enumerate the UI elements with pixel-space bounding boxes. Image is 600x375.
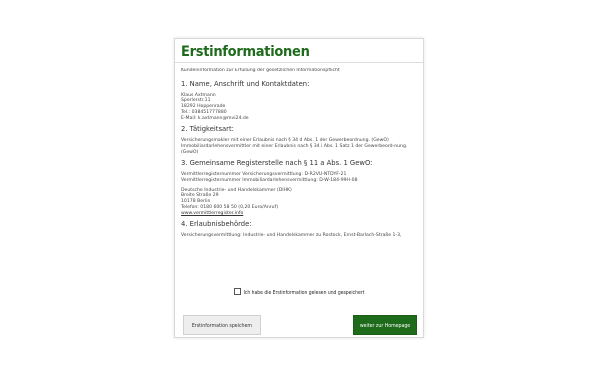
section-heading-contact: 1. Name, Anschrift und Kontaktdaten: — [181, 79, 310, 88]
section-heading-registry: 3. Gemeinsame Registerstelle nach § 11 a… — [181, 159, 373, 168]
contact-details: Klaus Axtmann Sperlerstr.11 18292 Hoppen… — [181, 93, 421, 122]
information-scroll-area[interactable]: Kundeninformation zur Erfüllung der gese… — [181, 68, 421, 299]
registry-numbers: Vermittlerregisternummer Versicherungsve… — [181, 172, 421, 183]
intro-text: Kundeninformation zur Erfüllung der gese… — [181, 68, 340, 73]
save-information-button[interactable]: Erstinformation speichern — [183, 315, 261, 335]
section-heading-activity: 2. Tätigkeitsart: — [181, 125, 234, 134]
authority-insurance: Versicherungsvermittlung: Industrie- und… — [181, 233, 402, 239]
continue-homepage-button[interactable]: weiter zur Homepage — [353, 315, 417, 335]
erstinformation-modal: Erstinformationen Kundeninformation zur … — [174, 38, 424, 338]
section-heading-authority: 4. Erlaubnisbehörde: — [181, 220, 252, 229]
consent-row[interactable]: Ich habe die Erstinformation gelesen und… — [175, 288, 423, 297]
registry-address: Deutsche Industrie- und Handelskammer (D… — [181, 188, 421, 217]
authority-details: Versicherungsvermittlung: Industrie- und… — [181, 233, 421, 239]
consent-label: Ich habe die Erstinformation gelesen und… — [243, 290, 365, 296]
activity-loans: Immobiliardarlehensvermittler mit einer … — [181, 143, 408, 155]
registry-number-loans: Vermittlerregisternummer Immobiliardarle… — [181, 178, 358, 184]
registry-link[interactable]: www.vermittlerregister.info — [181, 211, 421, 217]
title-divider — [175, 62, 423, 63]
modal-title: Erstinformationen — [181, 44, 310, 60]
activity-details: Versicherungsmakler mit einer Erlaubnis … — [181, 138, 421, 155]
consent-checkbox[interactable] — [233, 288, 241, 295]
contact-email: E-Mail: k.axtmann@mvi24.de — [181, 115, 249, 121]
